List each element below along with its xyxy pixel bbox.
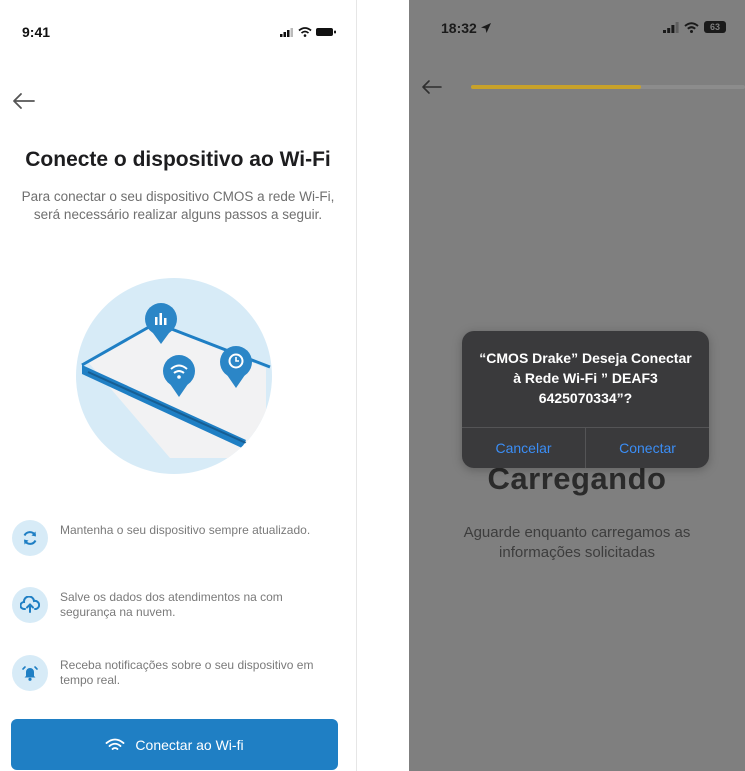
loading-description: Aguarde enquanto carregamos as informaçõ… [463, 524, 691, 561]
battery-icon [316, 28, 336, 36]
cloud-upload-icon [20, 596, 40, 613]
back-arrow-icon [422, 80, 442, 94]
wifi-icon [106, 738, 125, 750]
connect-wifi-label: Conectar ao Wi-fi [135, 736, 244, 753]
connect-wifi-button[interactable]: Conectar ao Wi-fi [11, 719, 338, 770]
feature-text-notifications: Receba notificações sobre o seu disposit… [60, 658, 314, 687]
wifi-permission-alert: “CMOS Drake” Deseja Conectar à Rede Wi-F… [462, 331, 709, 468]
alert-message: “CMOS Drake” Deseja Conectar à Rede Wi-F… [479, 350, 692, 406]
back-button[interactable] [421, 79, 443, 100]
wifi-icon [298, 27, 312, 37]
feature-icon-refresh [12, 520, 48, 556]
battery-icon: 63 [704, 21, 726, 33]
onboarding-screen: 9:41 Conecte o dispositivo ao Wi-Fi Para… [0, 0, 356, 771]
refresh-icon [23, 531, 37, 545]
page-title: Conecte o dispositivo ao Wi-Fi [25, 148, 331, 171]
status-time: 18:32 [441, 20, 477, 36]
page-description: Para conectar o seu dispositivo CMOS a r… [21, 189, 335, 222]
battery-level: 63 [709, 22, 720, 32]
status-icons: 63 [663, 21, 726, 33]
loading-screen: 18:32 63 Carregando Aguarde enquanto car… [409, 0, 745, 771]
alarm-bell-icon [22, 666, 38, 681]
progress-fill [471, 85, 641, 89]
status-icons [280, 27, 336, 37]
status-time-group: 18:32 [441, 20, 491, 36]
back-button[interactable] [12, 92, 36, 114]
location-arrow-icon [480, 23, 491, 33]
feature-text-cloud: Salve os dados dos atendimentos na com s… [60, 590, 283, 619]
screen-divider [356, 0, 357, 771]
status-time: 9:41 [22, 24, 51, 40]
signal-icon [663, 21, 679, 33]
progress-bar [471, 85, 745, 89]
feature-icon-cloud [12, 587, 48, 623]
wifi-illustration [76, 278, 272, 474]
back-arrow-icon [13, 93, 35, 109]
feature-text-update: Mantenha o seu dispositivo sempre atuali… [60, 523, 311, 537]
cancel-button[interactable]: Cancelar [462, 428, 585, 468]
feature-icon-alarm [12, 655, 48, 691]
connect-button[interactable]: Conectar [586, 428, 709, 468]
wifi-icon [684, 21, 699, 33]
signal-icon [280, 28, 293, 37]
